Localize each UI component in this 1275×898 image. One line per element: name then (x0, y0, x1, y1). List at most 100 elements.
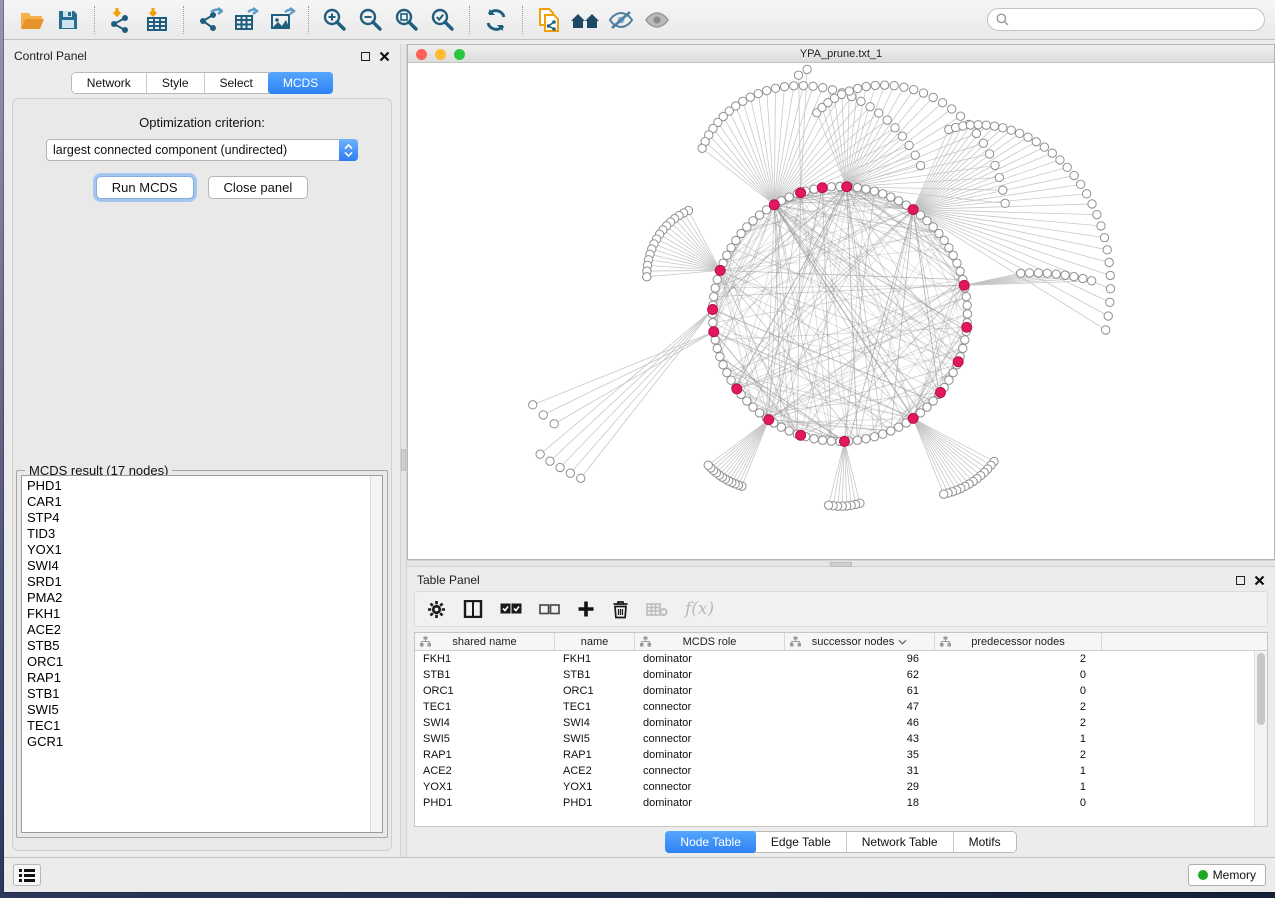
cell-MCDS-role: connector (635, 733, 785, 745)
mcds-result-item[interactable]: TID3 (27, 526, 382, 542)
table-row[interactable]: STB1STB1dominator620 (415, 667, 1267, 683)
horizontal-splitter[interactable] (407, 560, 1275, 567)
zoom-fit-button[interactable] (389, 4, 425, 36)
run-mcds-button[interactable]: Run MCDS (96, 176, 194, 199)
mcds-result-item[interactable]: STB1 (27, 686, 382, 702)
close-window-icon[interactable] (416, 49, 427, 60)
scrollbar-thumb[interactable] (1257, 653, 1265, 725)
mcds-result-item[interactable]: TEC1 (27, 718, 382, 734)
splitter-grip[interactable] (401, 449, 406, 471)
mcds-result-item[interactable]: SRD1 (27, 574, 382, 590)
maximize-window-icon[interactable] (454, 49, 465, 60)
clone-network-button[interactable] (531, 4, 567, 36)
export-network-button[interactable] (192, 4, 228, 36)
table-settings-gear-icon[interactable] (427, 600, 446, 619)
table-row[interactable]: SWI5SWI5connector431 (415, 731, 1267, 747)
show-column-icon[interactable] (463, 600, 483, 618)
close-panel-button[interactable]: Close panel (208, 176, 309, 199)
table-tab-network-table[interactable]: Network Table (847, 832, 954, 852)
zoom-selected-icon (430, 7, 456, 33)
splitter-grip[interactable] (830, 562, 852, 567)
export-table-button[interactable] (228, 4, 264, 36)
table-row[interactable]: YOX1YOX1connector291 (415, 779, 1267, 795)
optimization-criterion-select[interactable]: largest connected component (undirected) (46, 139, 358, 161)
cell-predecessor-nodes: 2 (935, 701, 1102, 713)
zoom-selected-button[interactable] (425, 4, 461, 36)
mcds-result-item[interactable]: FKH1 (27, 606, 382, 622)
add-column-icon[interactable] (577, 600, 595, 618)
network-canvas[interactable] (408, 63, 1274, 559)
memory-button[interactable]: Memory (1188, 864, 1266, 886)
table-row[interactable]: ORC1ORC1dominator610 (415, 683, 1267, 699)
show-all-button[interactable] (639, 4, 675, 36)
tab-select[interactable]: Select (205, 73, 269, 93)
cell-shared-name: STB1 (415, 669, 555, 681)
open-file-button[interactable] (14, 4, 50, 36)
cell-successor-nodes: 62 (785, 669, 935, 681)
column-header-name[interactable]: name (555, 633, 635, 650)
mcds-result-item[interactable]: PHD1 (27, 478, 382, 494)
network-window-titlebar[interactable]: YPA_prune.txt_1 (408, 45, 1274, 63)
mcds-result-item[interactable]: SWI5 (27, 702, 382, 718)
status-list-button[interactable] (13, 864, 41, 886)
column-header-shared-name[interactable]: shared name (415, 633, 555, 650)
tab-style[interactable]: Style (147, 73, 205, 93)
table-toolbar: f(x) (414, 591, 1268, 627)
mcds-result-item[interactable]: SWI4 (27, 558, 382, 574)
mcds-result-item[interactable]: RAP1 (27, 670, 382, 686)
export-image-button[interactable] (264, 4, 300, 36)
mcds-result-item[interactable]: STP4 (27, 510, 382, 526)
hide-selected-button[interactable] (603, 4, 639, 36)
tab-mcds[interactable]: MCDS (268, 72, 333, 94)
close-panel-icon[interactable] (1254, 575, 1265, 586)
vertical-splitter[interactable] (400, 44, 407, 857)
mcds-result-item[interactable]: ACE2 (27, 622, 382, 638)
table-row[interactable]: FKH1FKH1dominator962 (415, 651, 1267, 667)
zoom-in-button[interactable] (317, 4, 353, 36)
cell-predecessor-nodes: 2 (935, 653, 1102, 665)
close-panel-icon[interactable] (379, 51, 390, 62)
table-tab-motifs[interactable]: Motifs (954, 832, 1016, 852)
table-row[interactable]: SWI4SWI4dominator462 (415, 715, 1267, 731)
cell-shared-name: ACE2 (415, 765, 555, 777)
table-row[interactable]: TEC1TEC1connector472 (415, 699, 1267, 715)
table-row[interactable]: ACE2ACE2connector311 (415, 763, 1267, 779)
refresh-view-button[interactable] (478, 4, 514, 36)
mcds-result-item[interactable]: PMA2 (27, 590, 382, 606)
mcds-result-item[interactable]: CAR1 (27, 494, 382, 510)
import-table-button[interactable] (139, 4, 175, 36)
select-all-icon[interactable] (500, 602, 522, 616)
cell-MCDS-role: dominator (635, 797, 785, 809)
column-header-MCDS-role[interactable]: MCDS role (635, 633, 785, 650)
cell-predecessor-nodes: 0 (935, 685, 1102, 697)
mcds-result-item[interactable]: STB5 (27, 638, 382, 654)
mcds-list-scrollbar[interactable] (370, 476, 382, 832)
table-tab-node-table[interactable]: Node Table (665, 831, 757, 853)
tab-network[interactable]: Network (72, 73, 147, 93)
mcds-result-item[interactable]: YOX1 (27, 542, 382, 558)
mcds-result-item[interactable]: GCR1 (27, 734, 382, 750)
minimize-window-icon[interactable] (435, 49, 446, 60)
float-panel-icon[interactable] (361, 52, 370, 61)
table-tab-edge-table[interactable]: Edge Table (756, 832, 847, 852)
zoom-in-icon (322, 7, 348, 33)
home-icon (570, 8, 600, 32)
mcds-result-fieldset: MCDS result (17 nodes) PHD1CAR1STP4TID3Y… (16, 470, 388, 838)
import-network-button[interactable] (103, 4, 139, 36)
column-header-predecessor-nodes[interactable]: predecessor nodes (935, 633, 1102, 650)
mcds-result-list[interactable]: PHD1CAR1STP4TID3YOX1SWI4SRD1PMA2FKH1ACE2… (21, 475, 383, 833)
search-input[interactable] (1014, 13, 1256, 27)
table-scrollbar[interactable] (1254, 651, 1267, 826)
mcds-result-item[interactable]: ORC1 (27, 654, 382, 670)
table-row[interactable]: PHD1PHD1dominator180 (415, 795, 1267, 811)
table-row[interactable]: RAP1RAP1dominator352 (415, 747, 1267, 763)
delete-column-icon[interactable] (612, 600, 629, 619)
column-header-successor-nodes[interactable]: successor nodes (785, 633, 935, 650)
deselect-all-icon[interactable] (539, 603, 560, 616)
cell-name: FKH1 (555, 653, 635, 665)
zoom-out-button[interactable] (353, 4, 389, 36)
float-panel-icon[interactable] (1236, 576, 1245, 585)
table-header-row: shared namename MCDS role successor node… (415, 633, 1267, 651)
home-view-button[interactable] (567, 4, 603, 36)
save-session-button[interactable] (50, 4, 86, 36)
